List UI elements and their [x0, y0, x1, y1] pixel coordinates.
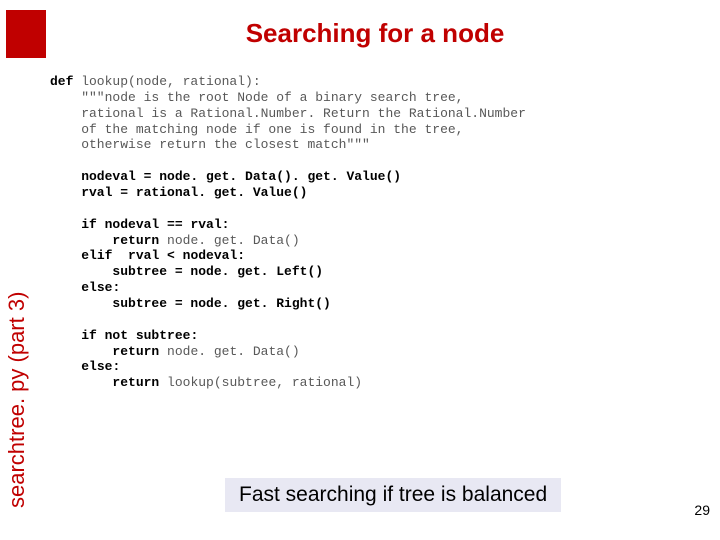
filename-label: searchtree. py (part 3)	[4, 292, 30, 508]
page-number: 29	[694, 502, 710, 518]
decorative-red-box	[6, 10, 46, 58]
slide-title: Searching for a node	[0, 0, 720, 49]
caption-box: Fast searching if tree is balanced	[225, 478, 561, 512]
code-block: def lookup(node, rational): """node is t…	[50, 74, 526, 391]
